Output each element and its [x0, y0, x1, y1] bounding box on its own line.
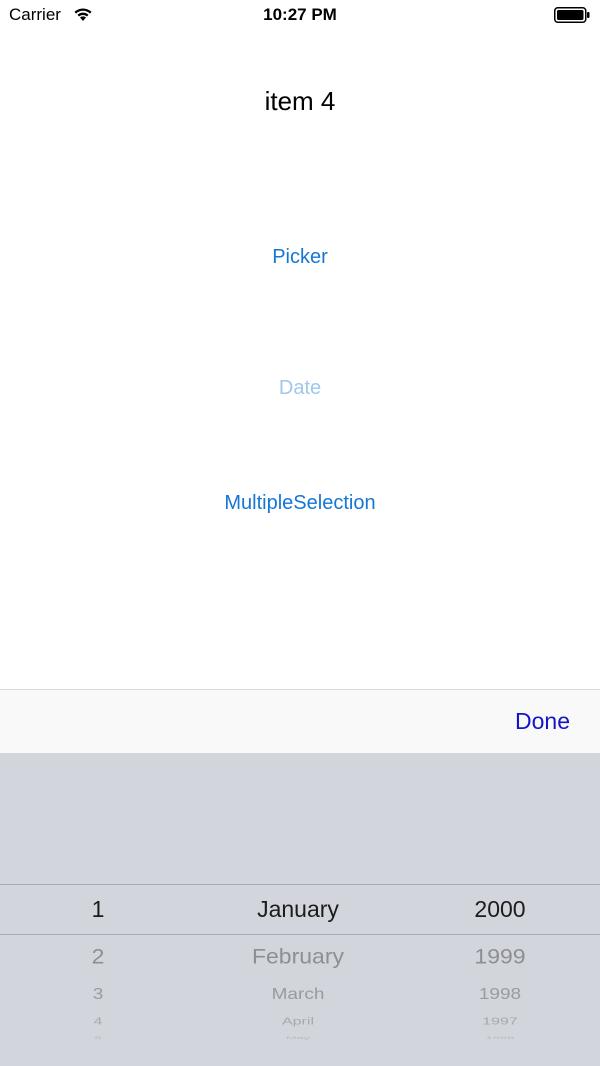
date-picker-wheel[interactable]: 1 2 3 4 5 January February March April M…	[0, 753, 600, 1066]
done-button[interactable]: Done	[515, 708, 570, 735]
picker-row[interactable]: 4	[0, 1016, 196, 1027]
picker-row[interactable]: February	[196, 944, 400, 969]
picker-column-year[interactable]: 2000 1999 1998 1997 1996	[400, 753, 600, 1066]
picker-row[interactable]: 1997	[400, 1016, 600, 1027]
picker-row[interactable]: 2	[0, 944, 196, 969]
picker-row-selected[interactable]: January	[196, 896, 400, 923]
picker-row[interactable]: March	[196, 986, 400, 1004]
picker-row[interactable]: 1996	[400, 1035, 600, 1040]
picker-row[interactable]: 3	[0, 986, 196, 1004]
multiple-selection-button[interactable]: MultipleSelection	[0, 492, 600, 515]
picker-row[interactable]: May	[196, 1035, 400, 1040]
picker-toolbar: Done	[0, 689, 600, 753]
clock: 10:27 PM	[263, 5, 337, 24]
picker-column-day[interactable]: 1 2 3 4 5	[0, 753, 196, 1066]
picker-row-selected[interactable]: 2000	[400, 896, 600, 923]
picker-row[interactable]: 1998	[400, 986, 600, 1004]
picker-column-month[interactable]: January February March April May	[196, 753, 400, 1066]
picker-row[interactable]: 5	[0, 1035, 196, 1040]
picker-button[interactable]: Picker	[0, 246, 600, 269]
battery-icon	[554, 7, 590, 23]
selected-value-label: item 4	[264, 86, 336, 116]
date-button[interactable]: Date	[0, 377, 600, 400]
picker-row[interactable]: April	[196, 1016, 400, 1027]
status-bar: Carrier 10:27 PM	[0, 0, 600, 32]
picker-row-selected[interactable]: 1	[0, 896, 196, 923]
picker-row[interactable]: 1999	[400, 944, 600, 969]
